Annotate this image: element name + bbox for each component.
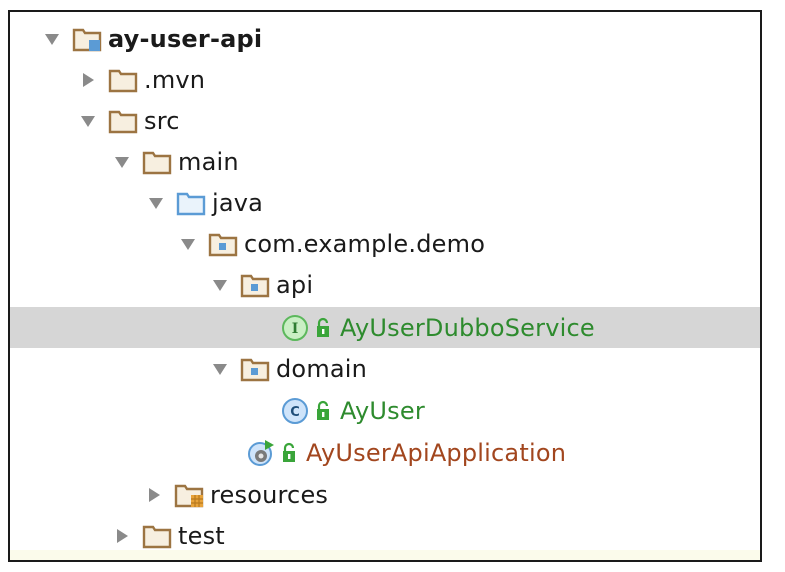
- tree-node-com-example-demo[interactable]: com.example.demo: [10, 223, 760, 264]
- tree-node-src[interactable]: src: [10, 100, 760, 141]
- tree-node-java[interactable]: java: [10, 182, 760, 223]
- expanded-arrow-icon[interactable]: [74, 107, 102, 135]
- collapsed-arrow-icon[interactable]: [108, 522, 136, 550]
- source-root-folder-icon: [176, 189, 206, 217]
- tree-node-label: main: [178, 147, 239, 176]
- tree-node-label: .mvn: [144, 65, 206, 94]
- tree-node-label: test: [178, 521, 225, 550]
- tree-node-ayuser[interactable]: AyUser: [10, 390, 760, 431]
- tree-node-label: resources: [210, 480, 329, 509]
- expanded-arrow-icon[interactable]: [108, 148, 136, 176]
- tree-node-label: com.example.demo: [244, 229, 486, 258]
- lock-icon: [280, 441, 300, 465]
- tree-node-label: AyUserApiApplication: [306, 438, 567, 467]
- project-tree-panel: ay-user-api .mvn src main java com.examp…: [8, 10, 762, 562]
- expanded-arrow-icon[interactable]: [206, 355, 234, 383]
- tree-node-resources[interactable]: resources: [10, 474, 760, 515]
- folder-icon: [142, 148, 172, 176]
- tree-node-label: api: [276, 270, 314, 299]
- tree-node-label: domain: [276, 354, 368, 383]
- collapsed-arrow-icon[interactable]: [140, 481, 168, 509]
- spring-boot-app-icon: [246, 439, 276, 467]
- tree-node-ay-user-api[interactable]: ay-user-api: [10, 18, 760, 59]
- folder-icon: [142, 522, 172, 550]
- expanded-arrow-icon[interactable]: [142, 189, 170, 217]
- tree-node-main[interactable]: main: [10, 141, 760, 182]
- tree-node-api[interactable]: api: [10, 264, 760, 305]
- tree-node-label: ay-user-api: [108, 24, 263, 53]
- folder-icon: [108, 66, 138, 94]
- tree-node-ayuserdubboservice[interactable]: AyUserDubboService: [10, 307, 760, 348]
- expanded-arrow-icon[interactable]: [38, 25, 66, 53]
- collapsed-arrow-icon[interactable]: [74, 66, 102, 94]
- tree-node-label: src: [144, 106, 180, 135]
- expanded-arrow-icon[interactable]: [206, 271, 234, 299]
- package-icon: [240, 271, 270, 299]
- folder-icon: [108, 107, 138, 135]
- package-icon: [240, 355, 270, 383]
- lock-icon: [314, 399, 334, 423]
- class-icon: [280, 397, 310, 425]
- resources-folder-icon: [174, 481, 204, 509]
- tree-node-mvn[interactable]: .mvn: [10, 59, 760, 100]
- tree-node-ayuserapiapplication[interactable]: AyUserApiApplication: [10, 432, 760, 473]
- package-icon: [208, 230, 238, 258]
- interface-icon: [280, 314, 310, 342]
- tree-node-label: AyUser: [340, 396, 425, 425]
- tree-node-domain[interactable]: domain: [10, 348, 760, 389]
- tree-node-label: java: [212, 188, 264, 217]
- module-folder-icon: [72, 25, 102, 53]
- lock-icon: [314, 316, 334, 340]
- tree-node-label: AyUserDubboService: [340, 313, 595, 342]
- panel-bottom-strip: [10, 550, 760, 560]
- expanded-arrow-icon[interactable]: [174, 230, 202, 258]
